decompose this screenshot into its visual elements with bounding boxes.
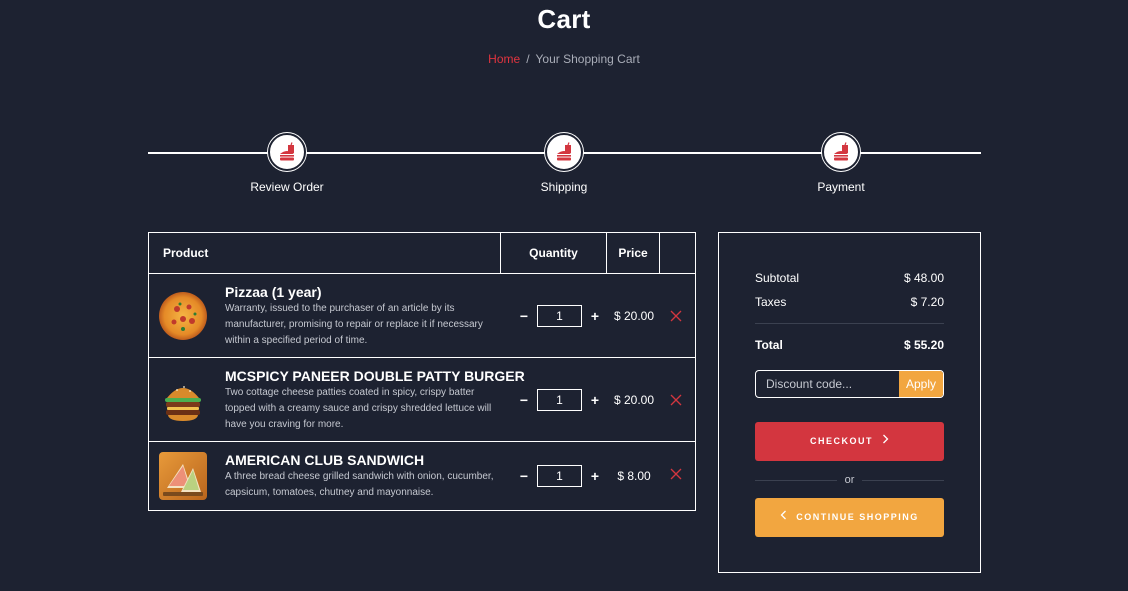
remove-icon[interactable] (669, 467, 683, 481)
fast-food-icon (822, 133, 860, 171)
table-header: Product Quantity Price (149, 233, 695, 274)
quantity-input[interactable]: 1 (537, 389, 582, 411)
discount-form: Discount code... Apply (755, 370, 944, 398)
chevron-right-icon (882, 422, 889, 461)
header-quantity: Quantity (529, 246, 578, 260)
remove-icon[interactable] (669, 309, 683, 323)
continue-shopping-label: CONTINUE SHOPPING (796, 512, 919, 522)
breadcrumb-separator: / (526, 52, 530, 66)
chevron-left-icon (780, 498, 787, 537)
step-payment[interactable]: Payment (781, 133, 901, 194)
product-description: Warranty, issued to the purchaser of an … (225, 303, 483, 346)
header-product: Product (163, 246, 209, 260)
product-description: Two cottage cheese patties coated in spi… (225, 387, 492, 430)
product-description: A three bread cheese grilled sandwich wi… (225, 471, 494, 498)
decrement-button[interactable]: − (517, 308, 531, 324)
increment-button[interactable]: + (588, 392, 602, 408)
pizza-image (159, 292, 207, 340)
quantity-input[interactable]: 1 (537, 465, 582, 487)
step-review-order[interactable]: Review Order (227, 133, 347, 194)
decrement-button[interactable]: − (517, 392, 531, 408)
quantity-stepper: − 1 + (517, 305, 607, 327)
subtotal-label: Subtotal (755, 271, 800, 285)
discount-code-input[interactable]: Discount code... (756, 371, 899, 397)
checkout-label: CHECKOUT (809, 436, 873, 446)
order-summary: Subtotal $ 48.00 Taxes $ 7.20 Total $ 55… (718, 232, 981, 573)
taxes-row: Taxes $ 7.20 (755, 295, 944, 309)
product-price: $ 20.00 (613, 309, 655, 323)
summary-divider (755, 323, 944, 324)
increment-button[interactable]: + (588, 308, 602, 324)
or-divider: or (755, 472, 944, 488)
burger-image (159, 376, 207, 424)
product-name[interactable]: Pizzaa (1 year) (225, 284, 322, 300)
step-label: Payment (817, 180, 865, 194)
total-label: Total (755, 338, 783, 352)
quantity-stepper: − 1 + (517, 465, 607, 487)
product-name[interactable]: MCSPICY PANEER DOUBLE PATTY BURGER (225, 368, 525, 384)
page-title: Cart (537, 4, 591, 34)
decrement-button[interactable]: − (517, 468, 531, 484)
subtotal-row: Subtotal $ 48.00 (755, 271, 944, 285)
increment-button[interactable]: + (588, 468, 602, 484)
breadcrumb-current: Your Shopping Cart (535, 52, 640, 66)
breadcrumb: Home / Your Shopping Cart (0, 52, 1128, 66)
product-price: $ 20.00 (613, 393, 655, 407)
checkout-button[interactable]: CHECKOUT (755, 422, 944, 461)
total-value: $ 55.20 (903, 338, 944, 352)
taxes-value: $ 7.20 (910, 295, 944, 309)
remove-icon[interactable] (669, 393, 683, 407)
cart-table: Product Quantity Price Pizzaa (1 year) W… (148, 232, 696, 511)
step-shipping[interactable]: Shipping (504, 133, 624, 194)
total-row: Total $ 55.20 (755, 338, 944, 352)
step-label: Review Order (250, 180, 324, 194)
subtotal-value: $ 48.00 (903, 271, 944, 285)
continue-shopping-button[interactable]: CONTINUE SHOPPING (755, 498, 944, 537)
column-divider (659, 233, 660, 273)
quantity-input[interactable]: 1 (537, 305, 582, 327)
taxes-label: Taxes (755, 295, 787, 309)
breadcrumb-home-link[interactable]: Home (488, 52, 520, 66)
step-label: Shipping (540, 180, 588, 194)
apply-button[interactable]: Apply (899, 371, 943, 397)
fast-food-icon (268, 133, 306, 171)
or-label: or (844, 474, 855, 486)
product-name[interactable]: AMERICAN CLUB SANDWICH (225, 452, 424, 468)
fast-food-icon (545, 133, 583, 171)
header-price: Price (618, 246, 648, 260)
table-row: Pizzaa (1 year) Warranty, issued to the … (149, 274, 695, 358)
table-row: MCSPICY PANEER DOUBLE PATTY BURGER Two c… (149, 358, 695, 442)
sandwich-image (159, 452, 207, 500)
quantity-stepper: − 1 + (517, 389, 607, 411)
table-row: AMERICAN CLUB SANDWICH A three bread che… (149, 442, 695, 510)
product-price: $ 8.00 (617, 469, 651, 483)
